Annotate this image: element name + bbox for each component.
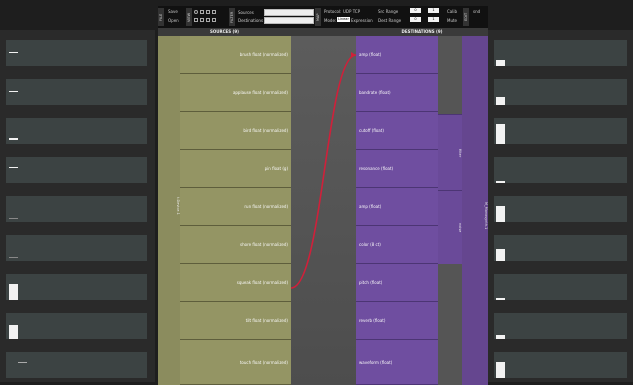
arrow-head-icon [351,52,356,58]
connection-link[interactable] [158,28,488,385]
circle-view-icon[interactable] [194,10,198,14]
right-meter-9[interactable] [494,352,627,378]
right-meter-5[interactable] [494,196,627,222]
right-meter-2[interactable] [494,79,627,105]
open-button[interactable]: Open [168,18,179,23]
left-meter-1[interactable] [6,40,147,66]
left-panel [0,30,155,382]
edit-tab[interactable]: EDIT [463,8,469,26]
grid-view-icon[interactable] [206,10,210,14]
dst-range-min[interactable]: 0 [410,17,421,22]
right-meter-4[interactable] [494,157,627,183]
right-meter-6[interactable] [494,235,627,261]
dst-range-label: Dest Range [378,18,402,23]
src-range-label: Src Range [378,9,399,14]
mode-expression-option[interactable]: Expression [351,18,373,23]
list-view-icon[interactable] [200,10,204,14]
right-meter-3[interactable] [494,118,627,144]
destinations-filter-label: Destinations [238,18,264,23]
filter-tab[interactable]: FILTER [229,8,235,26]
src-range-min[interactable]: 0 [410,8,421,13]
src-range-max[interactable]: 1 [428,8,439,13]
cross-view-icon[interactable] [200,18,204,22]
split-view-icon[interactable] [212,10,216,14]
right-meter-1[interactable] [494,40,627,66]
left-meter-8[interactable] [6,313,147,339]
file-tab[interactable]: FILE [158,8,164,26]
protocol-value[interactable]: UDP TCP [343,9,360,14]
map-tab[interactable]: MAP [315,8,321,26]
matrix-view-icon[interactable] [206,18,210,22]
left-meter-7[interactable] [6,274,147,300]
connection-view: SOURCES (9) DESTINATIONS (9) t.Device.1 … [158,28,488,385]
save-button[interactable]: Save [168,9,178,14]
protocol-label: Protocol: [324,9,342,14]
sources-filter-label: Sources [238,10,254,15]
block-view-icon[interactable] [212,18,216,22]
calib-button[interactable]: Calib [447,9,457,14]
app-window: FILE Save Open VIEW FILTER Sources Desti… [0,0,633,385]
chart-view-icon[interactable] [194,18,198,22]
left-meter-5[interactable] [6,196,147,222]
left-meter-3[interactable] [6,118,147,144]
left-meter-9[interactable] [6,352,147,378]
left-meter-6[interactable] [6,235,147,261]
left-meter-2[interactable] [6,79,147,105]
destinations-filter-input[interactable] [264,17,314,24]
mode-label: Mode: [324,18,337,23]
mode-linear-option[interactable]: Linear [337,17,350,22]
toolbar: FILE Save Open VIEW FILTER Sources Desti… [158,6,488,28]
sources-filter-input[interactable] [264,9,314,16]
mute-button[interactable]: Mute [447,18,457,23]
right-panel [488,30,633,382]
right-meter-7[interactable] [494,274,627,300]
left-meter-4[interactable] [6,157,147,183]
dst-range-max[interactable]: 1 [428,17,439,22]
view-tab[interactable]: VIEW [186,8,192,26]
right-meter-8[interactable] [494,313,627,339]
snd-label: snd [473,9,481,14]
